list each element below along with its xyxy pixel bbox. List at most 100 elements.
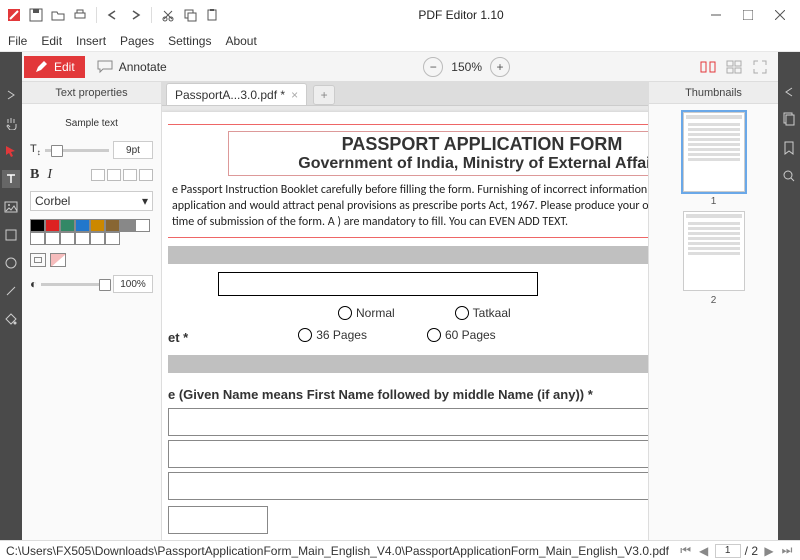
stroke-color-icon[interactable] <box>30 253 46 267</box>
radio-60pages[interactable]: 60 Pages <box>427 328 496 342</box>
view-single-icon[interactable] <box>698 58 718 76</box>
font-family-select[interactable]: Corbel ▾ <box>30 191 153 211</box>
speech-bubble-icon <box>97 60 113 74</box>
tabbar: PassportA...3.0.pdf * × + <box>162 82 648 106</box>
form-text-field[interactable] <box>168 506 268 534</box>
menu-edit[interactable]: Edit <box>41 34 62 48</box>
opacity-value[interactable]: 100% <box>113 275 153 293</box>
form-text-field[interactable] <box>168 440 648 468</box>
form-text-field[interactable] <box>218 272 538 296</box>
paste-icon[interactable] <box>202 5 222 25</box>
maximize-button[interactable] <box>732 1 764 29</box>
save-icon[interactable] <box>26 5 46 25</box>
thumbnails-panel: Thumbnails 1 2 <box>648 82 778 540</box>
last-page-button[interactable]: ⏭ <box>780 544 794 558</box>
arrow-tool-icon[interactable] <box>2 142 20 160</box>
align-left-button[interactable] <box>91 169 105 181</box>
opacity-slider[interactable]: .opacity-row .slider::after{left:85%} <box>41 283 109 286</box>
zoom-in-button[interactable]: + <box>490 57 510 77</box>
swatch-green[interactable] <box>60 219 75 232</box>
swatch-orange[interactable] <box>90 219 105 232</box>
fill-color-icon[interactable] <box>50 253 66 267</box>
swatch-brown[interactable] <box>105 219 120 232</box>
swatch-empty[interactable] <box>105 232 120 245</box>
minimize-button[interactable] <box>700 1 732 29</box>
text-tool-icon[interactable] <box>2 170 20 188</box>
given-name-label: e (Given Name means First Name followed … <box>168 381 648 404</box>
prev-page-button[interactable]: ◀ <box>697 544 711 558</box>
edit-mode-button[interactable]: Edit <box>24 56 85 78</box>
pages-icon[interactable] <box>783 112 795 129</box>
form-text-field[interactable] <box>168 472 648 500</box>
rect-tool-icon[interactable] <box>2 226 20 244</box>
thumbnail-page-2[interactable] <box>683 211 745 291</box>
chevron-right-icon[interactable] <box>2 86 20 104</box>
file-path: C:\Users\FX505\Downloads\PassportApplica… <box>6 544 679 558</box>
chevron-left-icon[interactable] <box>784 86 794 100</box>
undo-icon[interactable] <box>103 5 123 25</box>
swatch-empty[interactable] <box>75 232 90 245</box>
radio-36pages[interactable]: 36 Pages <box>298 328 367 342</box>
image-tool-icon[interactable] <box>2 198 20 216</box>
font-size-value[interactable]: 9pt <box>113 141 153 159</box>
zoom-out-button[interactable]: − <box>423 57 443 77</box>
first-page-button[interactable]: ⏮ <box>679 544 693 558</box>
copy-icon[interactable] <box>180 5 200 25</box>
swatch-red[interactable] <box>45 219 60 232</box>
bookmark-icon[interactable] <box>784 141 794 158</box>
swatch-black[interactable] <box>30 219 45 232</box>
swatch-blue[interactable] <box>75 219 90 232</box>
font-family-value: Corbel <box>35 194 70 208</box>
radio-normal[interactable]: Normal <box>338 306 395 320</box>
radio-tatkaal[interactable]: Tatkaal <box>455 306 511 320</box>
color-swatches <box>30 219 153 245</box>
align-right-button[interactable] <box>123 169 137 181</box>
cut-icon[interactable] <box>158 5 178 25</box>
menu-about[interactable]: About <box>225 34 256 48</box>
opacity-icon: ◐ <box>30 277 37 291</box>
text-properties-header: Text properties <box>22 82 161 104</box>
swatch-white[interactable] <box>135 219 150 232</box>
swatch-empty[interactable] <box>60 232 75 245</box>
open-icon[interactable] <box>48 5 68 25</box>
align-center-button[interactable] <box>107 169 121 181</box>
close-button[interactable] <box>764 1 796 29</box>
swatch-empty[interactable] <box>90 232 105 245</box>
booklet-label: et * <box>168 324 188 347</box>
view-grid-icon[interactable] <box>724 58 744 76</box>
italic-button[interactable]: I <box>47 167 52 183</box>
menu-pages[interactable]: Pages <box>120 34 154 48</box>
page-viewport[interactable]: PASSPORT APPLICATION FORM Government of … <box>162 106 648 540</box>
chevron-down-icon: ▾ <box>142 194 148 208</box>
align-justify-button[interactable] <box>139 169 153 181</box>
form-text-field[interactable] <box>168 408 648 436</box>
annotate-mode-button[interactable]: Annotate <box>87 56 177 78</box>
menu-file[interactable]: File <box>8 34 27 48</box>
bold-button[interactable]: B <box>30 167 39 183</box>
search-icon[interactable] <box>783 170 795 185</box>
tab-add-button[interactable]: + <box>313 85 335 105</box>
next-page-button[interactable]: ▶ <box>762 544 776 558</box>
line-tool-icon[interactable] <box>2 282 20 300</box>
font-size-slider[interactable] <box>45 149 109 152</box>
swatch-gray[interactable] <box>120 219 135 232</box>
menu-settings[interactable]: Settings <box>168 34 211 48</box>
fill-tool-icon[interactable] <box>2 310 20 328</box>
thumbnail-page-1[interactable] <box>683 112 745 192</box>
ellipse-tool-icon[interactable] <box>2 254 20 272</box>
document-tab[interactable]: PassportA...3.0.pdf * × <box>166 83 307 105</box>
pdf-page: PASSPORT APPLICATION FORM Government of … <box>162 112 648 540</box>
zoom-level: 150% <box>451 60 482 74</box>
swatch-empty[interactable] <box>45 232 60 245</box>
swatch-empty[interactable] <box>30 232 45 245</box>
page-total: / 2 <box>745 544 758 558</box>
tab-close-icon[interactable]: × <box>291 88 298 102</box>
menu-insert[interactable]: Insert <box>76 34 106 48</box>
page-number-input[interactable]: 1 <box>715 544 741 558</box>
redo-icon[interactable] <box>125 5 145 25</box>
thumbnail-label: 2 <box>711 295 717 306</box>
hand-tool-icon[interactable] <box>2 114 20 132</box>
print-icon[interactable] <box>70 5 90 25</box>
fullscreen-icon[interactable] <box>750 58 770 76</box>
menubar: File Edit Insert Pages Settings About <box>0 30 800 52</box>
